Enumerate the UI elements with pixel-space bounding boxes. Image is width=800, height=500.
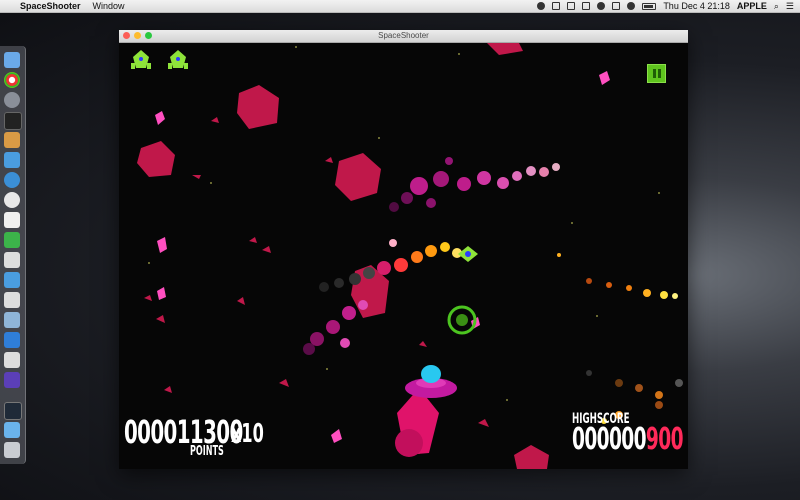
folder-icon[interactable] [4, 422, 20, 438]
chrome-icon[interactable] [4, 72, 20, 88]
game-window: SpaceShooter 000011300 x10 POINTS HIGHSC… [119, 30, 688, 469]
pages-icon[interactable] [4, 212, 20, 228]
dropbox-icon[interactable] [582, 2, 591, 10]
spotlight-icon[interactable]: ⌕ [774, 0, 779, 12]
player-ship [395, 365, 457, 457]
radiation-icon[interactable] [537, 2, 546, 10]
launchpad-icon[interactable] [4, 92, 20, 108]
finder-icon[interactable] [4, 52, 20, 68]
asteroid [487, 43, 523, 55]
highscore-suffix: 900 [645, 422, 684, 457]
menu-user[interactable]: APPLE [737, 0, 767, 12]
menu-bar: SpaceShooter Window Thu Dec 4 21:18 APPL… [0, 0, 800, 13]
score-value: 000011300 [124, 413, 243, 451]
game-scene [131, 43, 683, 469]
key-icon[interactable] [552, 2, 561, 10]
menu-app-name[interactable]: SpaceShooter [20, 0, 81, 12]
asteroid [237, 85, 279, 129]
unity-icon[interactable] [4, 352, 20, 368]
mail-icon[interactable] [4, 312, 20, 328]
terminal-icon[interactable] [4, 112, 22, 130]
unity-icon[interactable] [4, 252, 20, 268]
safari-icon[interactable] [4, 172, 20, 188]
game-canvas[interactable]: 000011300 x10 POINTS HIGHSCORE 000000900 [119, 43, 688, 469]
menu-window[interactable]: Window [93, 0, 125, 12]
game-icon[interactable] [4, 372, 20, 388]
asteroid [335, 153, 381, 201]
penguin-icon[interactable] [4, 192, 20, 208]
app-icon[interactable] [4, 132, 20, 148]
word-icon[interactable] [4, 332, 20, 348]
particle-trail-right [557, 253, 683, 424]
battery-icon[interactable] [642, 2, 657, 10]
dock [0, 46, 26, 464]
highscore-prefix: 000000 [572, 422, 647, 457]
menu-clock[interactable]: Thu Dec 4 21:18 [663, 0, 730, 12]
particle-trail-orange [319, 239, 462, 292]
xcode-icon[interactable] [4, 272, 20, 288]
life-ship-icon [168, 50, 188, 69]
crystal-shards [155, 71, 610, 443]
highscore-value: 000000900 [572, 422, 684, 457]
trash-icon[interactable] [4, 442, 20, 458]
pause-button[interactable] [647, 64, 666, 83]
window-title: SpaceShooter [378, 31, 429, 40]
score-multiplier: x10 [231, 419, 264, 449]
starfield [148, 46, 660, 454]
particle-trail-pink [389, 157, 560, 212]
status-icon[interactable] [567, 2, 576, 10]
bluetooth-icon[interactable] [612, 2, 621, 10]
evernote-icon[interactable] [4, 232, 20, 248]
unity-icon[interactable] [4, 292, 20, 308]
wifi-icon[interactable] [627, 2, 636, 10]
monitor-icon[interactable] [4, 402, 22, 420]
life-ship-icon [131, 50, 151, 69]
window-titlebar[interactable]: SpaceShooter [119, 30, 688, 43]
xcode-icon[interactable] [4, 152, 20, 168]
asteroid [137, 141, 175, 177]
asteroids [137, 43, 549, 469]
points-label: POINTS [190, 444, 224, 459]
ghost-icon[interactable] [597, 2, 606, 10]
asteroid [514, 445, 549, 469]
list-icon[interactable]: ☰ [786, 0, 794, 12]
lives-indicator [131, 50, 188, 69]
enemy-ship [458, 246, 478, 262]
